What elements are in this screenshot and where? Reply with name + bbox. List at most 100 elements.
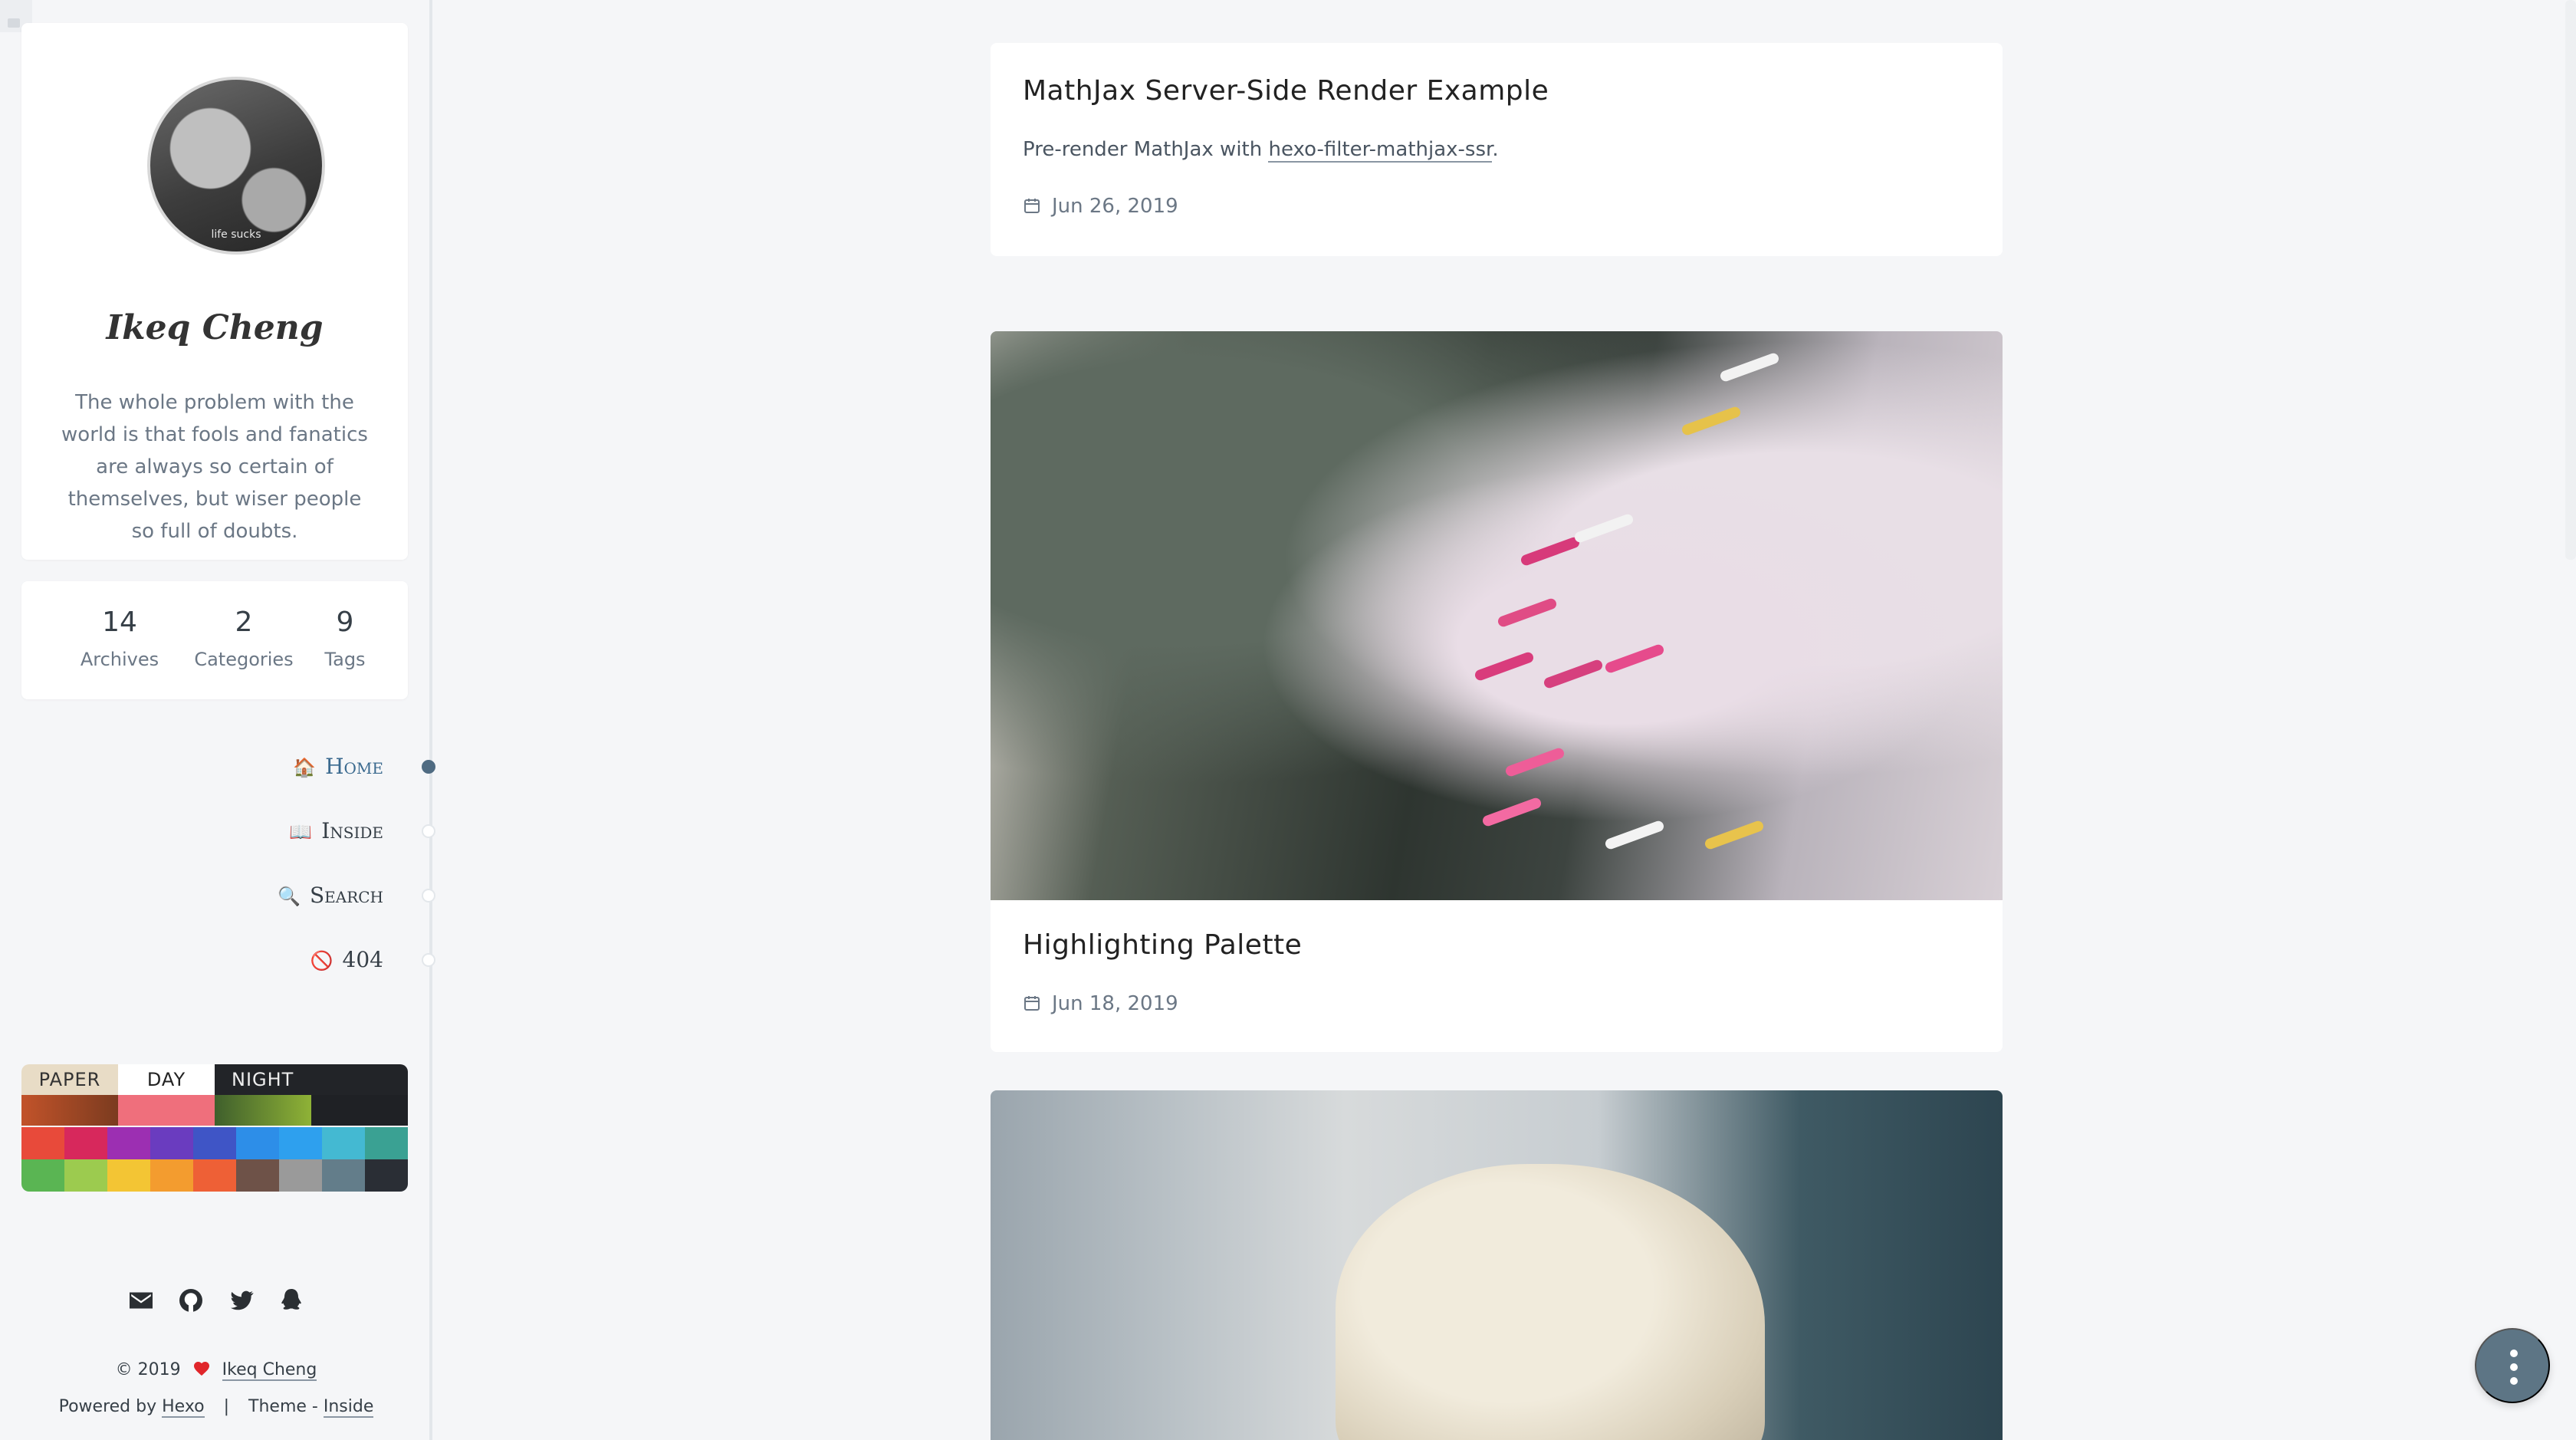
profile-card: life sucks Ikeq Cheng The whole problem … [21,23,408,560]
nav-item-search[interactable]: 🔍 Search [276,880,383,911]
map-pin [1497,597,1558,629]
map-pin [1604,643,1665,675]
copyright-text: © 2019 [115,1360,181,1379]
more-vertical-icon [2510,1350,2518,1357]
accent-color-swatch[interactable] [107,1127,151,1159]
accent-color-swatch[interactable] [279,1159,323,1192]
accent-color-swatch[interactable] [150,1159,194,1192]
author-name: Ikeq Cheng [106,308,324,347]
no-entry-icon: 🚫 [310,950,334,972]
heart-icon [193,1362,209,1376]
stat-archives[interactable]: 14 Archives [58,604,181,670]
post-excerpt-link[interactable]: hexo-filter-mathjax-ssr [1268,138,1493,163]
powered-by-line: Powered by Hexo | Theme - Inside [0,1388,432,1426]
twitter-icon[interactable] [228,1287,255,1314]
theme-tab-night[interactable]: NIGHT [215,1064,408,1095]
email-icon[interactable] [127,1287,155,1314]
theme-tab-day[interactable]: DAY [118,1064,215,1095]
post-excerpt-end: . [1492,138,1499,161]
accent-color-swatch[interactable] [279,1127,323,1159]
accent-color-swatch[interactable] [322,1127,366,1159]
post-cover-image[interactable] [991,331,2003,900]
map-pin [1520,535,1581,567]
hexo-link[interactable]: Hexo [162,1397,205,1418]
more-menu-button[interactable] [2475,1328,2550,1403]
map-pin [1573,512,1635,544]
theme-preview-night[interactable] [215,1095,311,1126]
accent-color-swatch[interactable] [107,1159,151,1192]
page: life sucks Ikeq Cheng The whole problem … [0,0,2576,1440]
map-pin [1604,819,1665,851]
accent-color-swatch[interactable] [193,1159,237,1192]
theme-tab-paper[interactable]: PAPER [21,1064,118,1095]
post-cover-image[interactable] [991,1090,2003,1440]
post-title[interactable]: Highlighting Palette [1023,929,1302,961]
post-card [991,1090,2003,1440]
post-card: Highlighting Palette Jun 18, 2019 [991,331,2003,1052]
post-date-text: Jun 18, 2019 [1052,992,1178,1015]
nav-item-inside[interactable]: 📖 Inside [288,816,383,847]
sidebar: life sucks Ikeq Cheng The whole problem … [0,0,435,1440]
nav-item-inside-label: Inside [321,818,383,843]
copyright-line: © 2019 Ikeq Cheng [0,1351,432,1389]
stat-archives-label: Archives [80,649,159,670]
nav-item-404-label: 404 [342,947,383,972]
accent-color-swatch[interactable] [64,1127,108,1159]
avatar[interactable]: life sucks [147,77,325,255]
more-vertical-icon [2510,1377,2518,1385]
stat-archives-count: 14 [102,607,137,638]
theme-preview-day[interactable] [118,1095,215,1126]
inside-link[interactable]: Inside [323,1397,374,1418]
accent-color-swatch[interactable] [322,1159,366,1192]
map-pin [1504,746,1566,778]
stat-categories-label: Categories [194,649,294,670]
footer-separator: | [223,1397,230,1416]
accent-color-swatch[interactable] [193,1127,237,1159]
stat-tags[interactable]: 9 Tags [299,604,391,670]
accent-color-swatch[interactable] [150,1127,194,1159]
map-pin [1543,658,1604,690]
accent-color-swatch[interactable] [236,1127,280,1159]
accent-color-swatch[interactable] [21,1159,65,1192]
theme-preview-dark[interactable] [311,1095,408,1126]
stat-tags-count: 9 [336,607,354,638]
calendar-icon [1024,199,1040,213]
nav-dot-home [422,760,435,774]
nav-item-404[interactable]: 🚫 404 [309,945,383,975]
book-icon: 📖 [289,821,313,843]
theme-switcher: PAPER DAY NIGHT [21,1064,408,1192]
post-excerpt: Pre-render MathJax with hexo-filter-math… [1023,138,1499,163]
nav-item-home-label: Home [325,754,383,779]
accent-color-swatch[interactable] [365,1127,408,1159]
home-icon: 🏠 [293,757,317,778]
post-card: MathJax Server-Side Render Example Pre-r… [991,43,2003,256]
sidebar-footer: © 2019 Ikeq Cheng Powered by Hexo | Them… [0,1351,432,1426]
post-title[interactable]: MathJax Server-Side Render Example [1023,75,1549,107]
qq-icon[interactable] [278,1287,305,1314]
stat-categories[interactable]: 2 Categories [182,604,305,670]
github-icon[interactable] [177,1287,205,1314]
post-date-text: Jun 26, 2019 [1052,195,1178,218]
theme-preview-paper[interactable] [21,1095,118,1126]
post-excerpt-text: Pre-render MathJax with [1023,138,1263,161]
accent-color-swatch[interactable] [365,1159,408,1192]
accent-color-swatch[interactable] [21,1127,65,1159]
accent-color-swatch[interactable] [236,1159,280,1192]
accent-color-swatch[interactable] [64,1159,108,1192]
page-scrollbar[interactable] [2565,0,2576,560]
social-links [0,1287,432,1314]
author-bio: The whole problem with the world is that… [61,391,368,543]
powered-by-text: Powered by [58,1397,157,1416]
nav-item-home[interactable]: 🏠 Home [291,751,383,782]
stat-tags-label: Tags [324,649,366,670]
nav-item-search-label: Search [309,883,383,908]
stat-categories-count: 2 [235,607,253,638]
map-pin [1681,405,1742,437]
magnifier-icon: 🔍 [278,886,301,907]
post-date: Jun 18, 2019 [1023,992,1178,1015]
theme-text: Theme - [248,1397,318,1416]
map-pin [1481,796,1543,828]
calendar-icon [1024,996,1040,1011]
author-link[interactable]: Ikeq Cheng [222,1360,317,1381]
nav-dot-inside [422,824,435,838]
